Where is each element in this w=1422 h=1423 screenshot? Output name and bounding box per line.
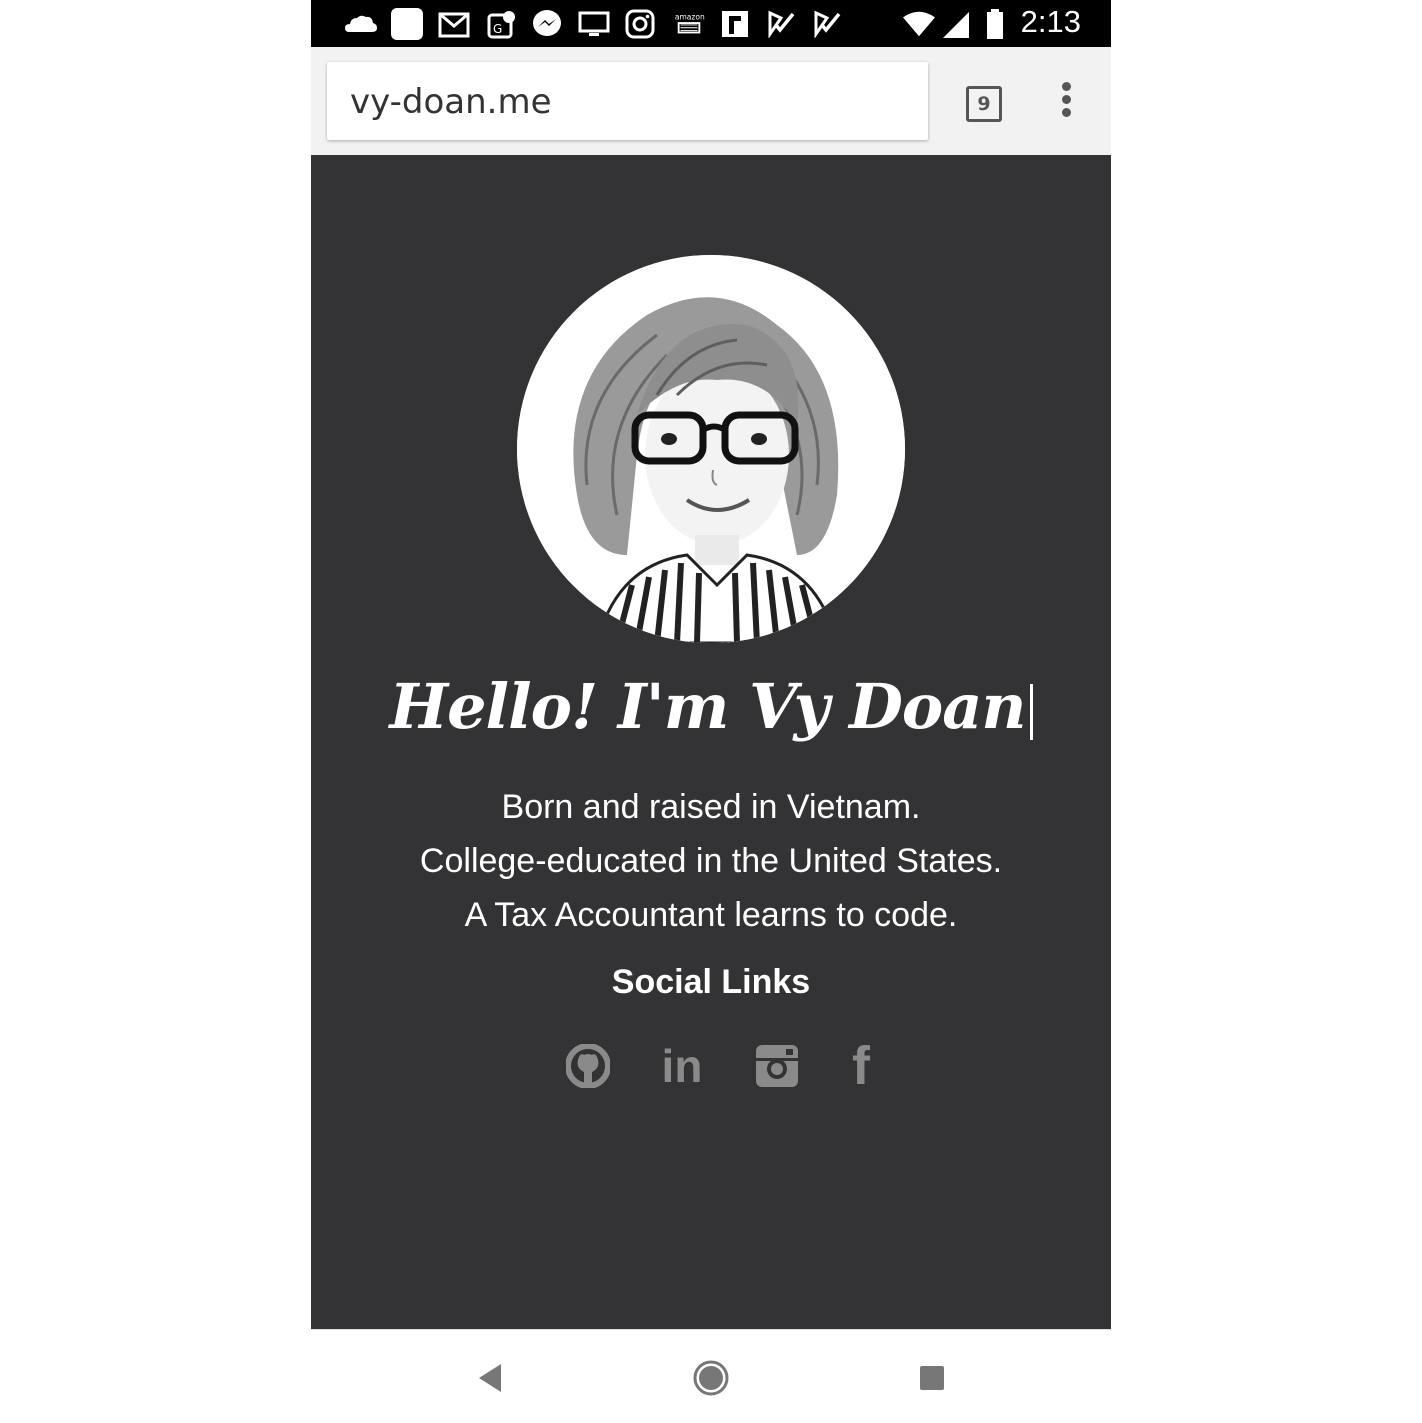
avatar-illustration (517, 255, 905, 643)
social-links-title: Social Links (611, 963, 811, 1001)
maps-icon: G (486, 8, 518, 40)
check-icon (811, 8, 843, 40)
recents-icon (920, 1366, 944, 1390)
svg-text:amazon: amazon (675, 12, 705, 21)
bio-line: A Tax Accountant learns to code. (464, 896, 958, 934)
home-button[interactable] (691, 1358, 731, 1398)
address-bar[interactable]: vy-doan.me (327, 62, 928, 140)
back-icon (479, 1364, 501, 1392)
bio: Born and raised in Vietnam. College-educ… (311, 780, 1111, 942)
avatar (517, 255, 905, 643)
bio-line: Born and raised in Vietnam. (501, 788, 921, 826)
check-icon (765, 8, 797, 40)
phone-screen: G amazon 2:13 vy-doan.me 9 Hello! I'm Vy… (311, 0, 1111, 1423)
svg-text:G: G (493, 22, 502, 36)
url-text[interactable]: vy-doan.me (350, 82, 552, 122)
linkedin-icon[interactable]: in (659, 1043, 705, 1089)
messenger-icon (531, 8, 563, 40)
recents-button[interactable] (912, 1358, 952, 1398)
home-icon (693, 1360, 729, 1396)
social-links: in f (311, 1039, 1111, 1093)
page-title: Hello! I'm Vy Doan (311, 670, 1111, 743)
wifi-icon (903, 8, 935, 40)
bio-line: College-educated in the United States. (419, 842, 1003, 880)
tv-icon (578, 8, 610, 40)
signal-icon (939, 8, 971, 40)
gmail-icon (438, 8, 470, 40)
instagram-icon (624, 8, 656, 40)
tab-switcher-button[interactable]: 9 (966, 86, 1002, 122)
browser-toolbar: vy-doan.me 9 (311, 47, 1111, 155)
github-icon[interactable] (565, 1043, 611, 1089)
navigation-bar (311, 1329, 1111, 1423)
status-time: 2:13 (1020, 4, 1081, 39)
overflow-menu-icon[interactable] (1056, 82, 1076, 118)
typing-cursor (1029, 684, 1033, 740)
instagram-icon[interactable] (754, 1043, 800, 1089)
facebook-icon[interactable]: f (838, 1039, 884, 1093)
back-button[interactable] (471, 1358, 511, 1398)
greeting-text: Hello! I'm Vy Doan (389, 670, 1026, 743)
cloud-icon (345, 8, 377, 40)
amazon-icon: amazon (673, 8, 705, 40)
battery-icon (979, 8, 1011, 40)
flipboard-icon (719, 8, 751, 40)
status-bar: G amazon 2:13 (311, 0, 1111, 47)
square-app-icon (391, 8, 423, 40)
page-content: Hello! I'm Vy Doan Born and raised in Vi… (311, 155, 1111, 1329)
